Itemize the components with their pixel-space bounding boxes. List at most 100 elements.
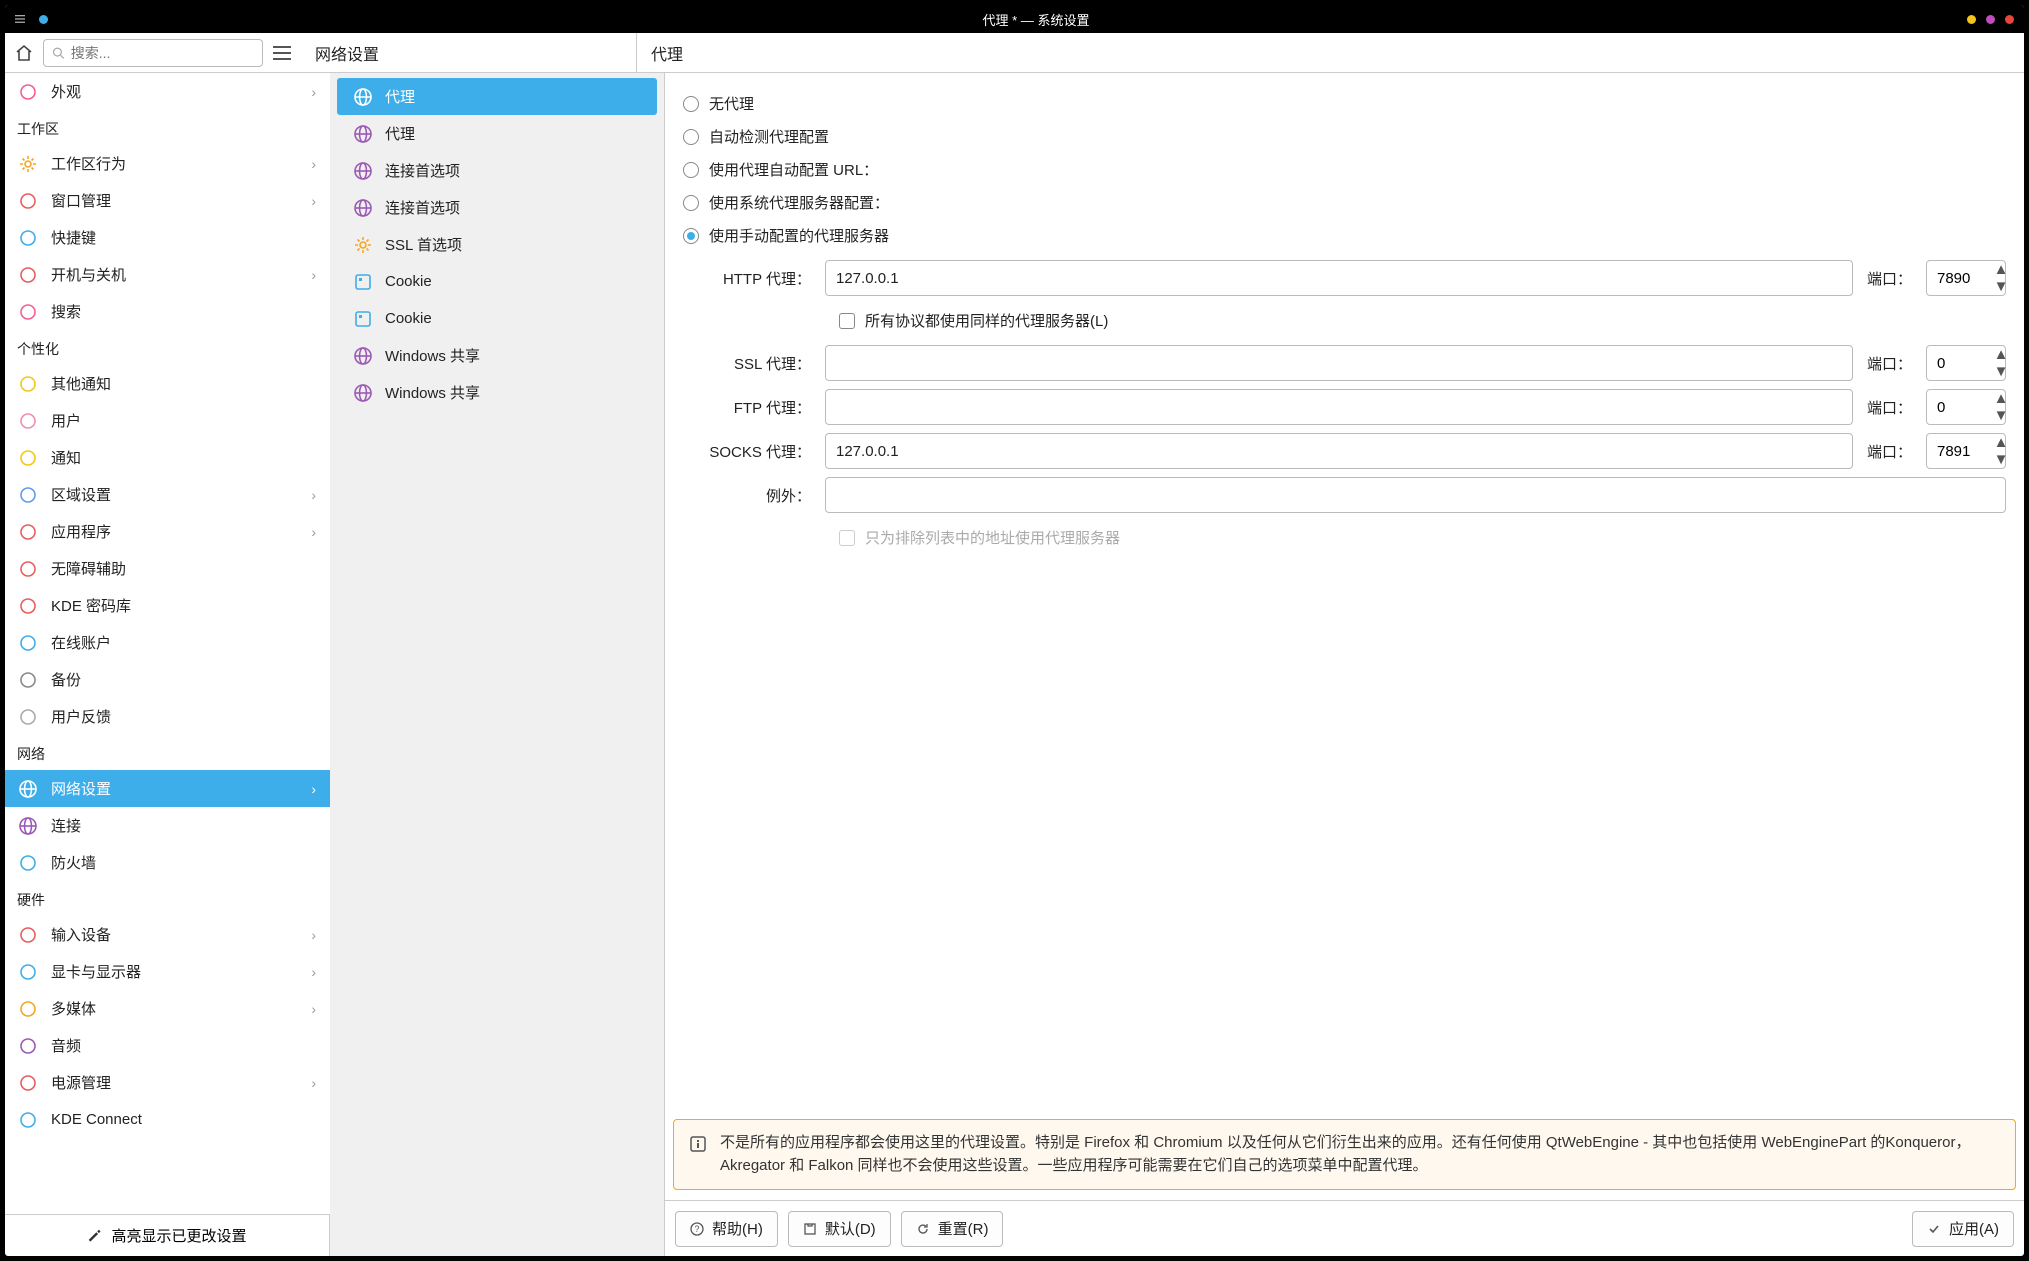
sidebar-item-label: 窗口管理 xyxy=(51,190,111,211)
radio-auto_detect[interactable] xyxy=(683,129,699,145)
sidebar-toggle[interactable] xyxy=(263,46,301,60)
reset-icon xyxy=(916,1222,930,1236)
sidebar-item[interactable]: 电源管理› xyxy=(5,1064,330,1101)
radio-none[interactable] xyxy=(683,96,699,112)
close-button[interactable] xyxy=(2005,15,2014,24)
sidebar-item[interactable]: 网络设置› xyxy=(5,770,330,807)
sidebar-item[interactable]: 开机与关机› xyxy=(5,256,330,293)
except-input[interactable] xyxy=(825,477,2006,513)
search-input[interactable] xyxy=(71,45,254,61)
cookie-icon xyxy=(353,309,373,329)
socks-label: SOCKS 代理： xyxy=(693,441,811,462)
subnav-item[interactable]: Windows 共享 xyxy=(337,337,657,374)
ftp-port-input[interactable]: 0▲▼ xyxy=(1926,389,2006,425)
sidebar-item-label: 工作区行为 xyxy=(51,153,126,174)
audio-icon xyxy=(17,1035,39,1057)
sidebar[interactable]: 外观›工作区工作区行为›窗口管理›快捷键开机与关机›搜索个性化其他通知用户通知区… xyxy=(5,73,330,1214)
port-label-3: 端口： xyxy=(1867,397,1912,418)
http-port-input[interactable]: 7890▲▼ xyxy=(1926,260,2006,296)
search-field[interactable] xyxy=(43,39,263,67)
sidebar-item-label: 区域设置 xyxy=(51,484,111,505)
sidebar-item-label: 连接 xyxy=(51,815,81,836)
sidebar-item[interactable]: 用户 xyxy=(5,402,330,439)
subnav-item[interactable]: 代理 xyxy=(337,78,657,115)
sidebar-item[interactable]: 窗口管理› xyxy=(5,182,330,219)
maximize-button[interactable] xyxy=(1986,15,1995,24)
gear-icon xyxy=(353,235,373,255)
sidebar-item[interactable]: KDE Connect xyxy=(5,1101,330,1138)
sidebar-item[interactable]: 搜索 xyxy=(5,293,330,330)
socks-port-input[interactable]: 7891▲▼ xyxy=(1926,433,2006,469)
radio-system[interactable] xyxy=(683,195,699,211)
sidebar-item[interactable]: 备份 xyxy=(5,661,330,698)
sidebar-item[interactable]: KDE 密码库 xyxy=(5,587,330,624)
accessibility-icon xyxy=(17,558,39,580)
help-button[interactable]: ? 帮助(H) xyxy=(675,1211,778,1247)
appearance-icon xyxy=(17,81,39,103)
sidebar-item[interactable]: 防火墙 xyxy=(5,844,330,881)
ftp-host-input[interactable] xyxy=(825,389,1853,425)
footer: ? 帮助(H) 默认(D) 重置(R) 应用(A) xyxy=(665,1200,2024,1256)
minimize-button[interactable] xyxy=(1967,15,1976,24)
sidebar-item-label: 开机与关机 xyxy=(51,264,126,285)
monitor-icon xyxy=(17,264,39,286)
sidebar-item[interactable]: 区域设置› xyxy=(5,476,330,513)
radio-label: 使用系统代理服务器配置： xyxy=(709,192,889,213)
reset-button[interactable]: 重置(R) xyxy=(901,1211,1004,1247)
socks-host-input[interactable] xyxy=(825,433,1853,469)
sidebar-item[interactable]: 在线账户 xyxy=(5,624,330,661)
sidebar-item[interactable]: 输入设备› xyxy=(5,916,330,953)
ssl-host-input[interactable] xyxy=(825,345,1853,381)
sidebar-item[interactable]: 快捷键 xyxy=(5,219,330,256)
home-button[interactable] xyxy=(5,34,43,72)
subnav-item[interactable]: 代理 xyxy=(337,115,657,152)
except-label: 例外： xyxy=(693,485,811,506)
chevron-right-icon: › xyxy=(311,781,316,797)
subnav-item[interactable]: Cookie xyxy=(337,263,657,300)
subnav-item[interactable]: Cookie xyxy=(337,300,657,337)
sidebar-item[interactable]: 其他通知 xyxy=(5,365,330,402)
port-label-4: 端口： xyxy=(1867,441,1912,462)
same-proxy-checkbox[interactable] xyxy=(839,313,855,329)
chevron-right-icon: › xyxy=(311,964,316,980)
sidebar-item[interactable]: 用户反馈 xyxy=(5,698,330,735)
sidebar-item[interactable]: 音频 xyxy=(5,1027,330,1064)
page-title: 代理 xyxy=(636,33,2024,72)
app-menu-icon[interactable] xyxy=(13,12,27,26)
chevron-right-icon: › xyxy=(311,156,316,172)
highlight-changed-button[interactable]: 高亮显示已更改设置 xyxy=(5,1214,329,1256)
globe-icon xyxy=(17,778,39,800)
user-icon xyxy=(17,410,39,432)
titlebar: 代理 * — 系统设置 xyxy=(5,5,2024,33)
subnav-label: Cookie xyxy=(385,310,432,327)
defaults-button[interactable]: 默认(D) xyxy=(788,1211,891,1247)
sidebar-item[interactable]: 多媒体 › xyxy=(5,990,330,1027)
subnav-label: SSL 首选项 xyxy=(385,234,462,255)
sidebar-item[interactable]: 工作区行为 › xyxy=(5,145,330,182)
sidebar-item[interactable]: 无障碍辅助 xyxy=(5,550,330,587)
subnav-item[interactable]: 连接首选项 xyxy=(337,189,657,226)
subnav-label: Windows 共享 xyxy=(385,382,480,403)
sidebar-item[interactable]: 应用程序› xyxy=(5,513,330,550)
globe-icon xyxy=(353,87,373,107)
radio-auto_url[interactable] xyxy=(683,162,699,178)
globe-icon xyxy=(353,346,373,366)
sidebar-item-appearance[interactable]: 外观› xyxy=(5,73,330,110)
sidebar-item[interactable]: 连接 xyxy=(5,807,330,844)
globe-icon xyxy=(353,124,373,144)
apply-button[interactable]: 应用(A) xyxy=(1912,1211,2014,1247)
subnav-item[interactable]: 连接首选项 xyxy=(337,152,657,189)
http-host-input[interactable] xyxy=(825,260,1853,296)
radio-manual[interactable] xyxy=(683,228,699,244)
subnav-item[interactable]: SSL 首选项 xyxy=(337,226,657,263)
sidebar-item-label: 音频 xyxy=(51,1035,81,1056)
gear-icon xyxy=(17,153,39,175)
sidebar-item-label: 多媒体 xyxy=(51,998,96,1019)
ssl-port-input[interactable]: 0▲▼ xyxy=(1926,345,2006,381)
sidebar-item[interactable]: 显卡与显示器› xyxy=(5,953,330,990)
sidebar-item[interactable]: 通知 xyxy=(5,439,330,476)
info-text: 不是所有的应用程序都会使用这里的代理设置。特别是 Firefox 和 Chrom… xyxy=(720,1132,2001,1177)
subnav-label: Cookie xyxy=(385,273,432,290)
chevron-right-icon: › xyxy=(311,1001,316,1017)
subnav-item[interactable]: Windows 共享 xyxy=(337,374,657,411)
